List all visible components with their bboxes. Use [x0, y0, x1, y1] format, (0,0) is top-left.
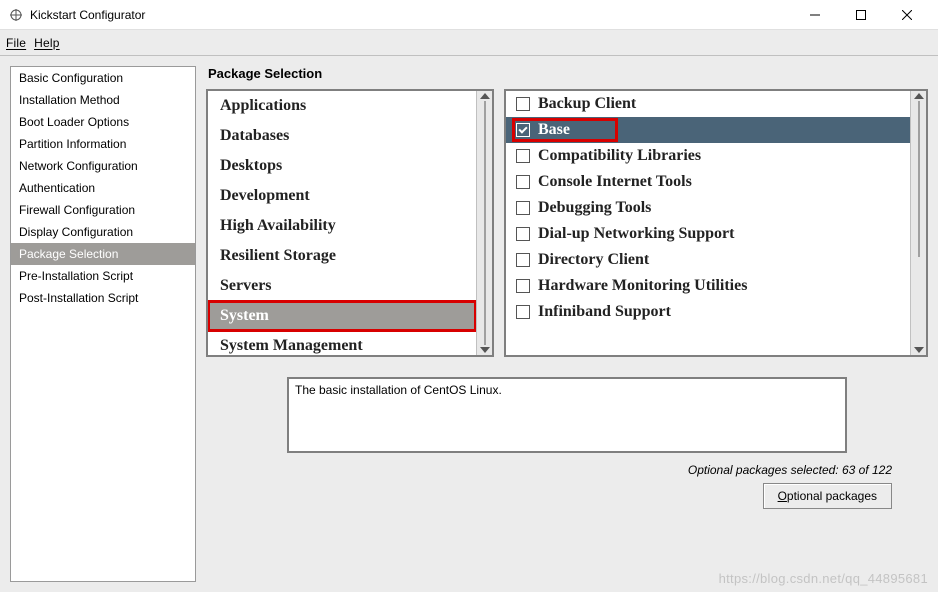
sidebar-item[interactable]: Boot Loader Options — [11, 111, 195, 133]
category-pane: ApplicationsDatabasesDesktopsDevelopment… — [206, 89, 494, 357]
category-scrollbar[interactable] — [476, 91, 492, 355]
category-item[interactable]: Servers — [208, 271, 476, 301]
scroll-up-icon[interactable] — [480, 93, 490, 99]
sidebar-item[interactable]: Firewall Configuration — [11, 199, 195, 221]
checkbox-icon[interactable] — [516, 201, 530, 215]
checkbox-icon[interactable] — [516, 279, 530, 293]
package-label: Base — [538, 121, 570, 139]
sidebar-item[interactable]: Package Selection — [11, 243, 195, 265]
description-box: The basic installation of CentOS Linux. — [287, 377, 847, 453]
package-label: Debugging Tools — [538, 199, 651, 217]
category-item[interactable]: Databases — [208, 121, 476, 151]
menubar: File Help — [0, 30, 938, 56]
panes: ApplicationsDatabasesDesktopsDevelopment… — [206, 89, 928, 357]
checkbox-icon[interactable] — [516, 149, 530, 163]
package-item[interactable]: Console Internet Tools — [506, 169, 910, 195]
package-label: Compatibility Libraries — [538, 147, 701, 165]
package-label: Directory Client — [538, 251, 649, 269]
optional-packages-button[interactable]: Optional packages — [763, 483, 892, 509]
package-item[interactable]: Debugging Tools — [506, 195, 910, 221]
category-item[interactable]: High Availability — [208, 211, 476, 241]
checkbox-icon[interactable] — [516, 253, 530, 267]
minimize-button[interactable] — [792, 0, 838, 30]
package-pane: Backup Client Base Compatibility Libraries… — [504, 89, 928, 357]
checkbox-icon[interactable] — [516, 123, 530, 137]
category-item[interactable]: System Management — [208, 331, 476, 355]
titlebar: Kickstart Configurator — [0, 0, 938, 30]
checkbox-icon[interactable] — [516, 97, 530, 111]
scroll-thumb[interactable] — [484, 101, 486, 345]
sidebar-item[interactable]: Authentication — [11, 177, 195, 199]
category-item[interactable]: Development — [208, 181, 476, 211]
sidebar-item[interactable]: Post-Installation Script — [11, 287, 195, 309]
sidebar-item[interactable]: Basic Configuration — [11, 67, 195, 89]
package-item[interactable]: Hardware Monitoring Utilities — [506, 273, 910, 299]
scroll-thumb[interactable] — [918, 101, 920, 257]
sidebar-item[interactable]: Pre-Installation Script — [11, 265, 195, 287]
sidebar-item[interactable]: Display Configuration — [11, 221, 195, 243]
package-item[interactable]: Infiniband Support — [506, 299, 910, 325]
sidebar-item[interactable]: Partition Information — [11, 133, 195, 155]
sidebar: Basic ConfigurationInstallation MethodBo… — [10, 66, 196, 582]
package-label: Backup Client — [538, 95, 636, 113]
package-scrollbar[interactable] — [910, 91, 926, 355]
package-item[interactable]: Base — [506, 117, 910, 143]
content: Basic ConfigurationInstallation MethodBo… — [0, 56, 938, 592]
window-title: Kickstart Configurator — [30, 8, 792, 22]
close-button[interactable] — [884, 0, 930, 30]
checkbox-icon[interactable] — [516, 227, 530, 241]
menu-help[interactable]: Help — [34, 36, 60, 50]
package-item[interactable]: Dial-up Networking Support — [506, 221, 910, 247]
menu-file[interactable]: File — [6, 36, 26, 50]
sidebar-item[interactable]: Network Configuration — [11, 155, 195, 177]
optional-status: Optional packages selected: 63 of 122 — [206, 463, 928, 477]
button-row: Optional packages — [206, 483, 928, 509]
category-item[interactable]: Desktops — [208, 151, 476, 181]
scroll-down-icon[interactable] — [914, 347, 924, 353]
app-icon — [8, 7, 24, 23]
section-title: Package Selection — [208, 66, 928, 81]
category-item[interactable]: Resilient Storage — [208, 241, 476, 271]
category-item[interactable]: System — [208, 301, 476, 331]
maximize-button[interactable] — [838, 0, 884, 30]
package-label: Infiniband Support — [538, 303, 671, 321]
scroll-up-icon[interactable] — [914, 93, 924, 99]
main-panel: Package Selection ApplicationsDatabasesD… — [206, 66, 928, 582]
scroll-down-icon[interactable] — [480, 347, 490, 353]
package-item[interactable]: Directory Client — [506, 247, 910, 273]
window-controls — [792, 0, 930, 30]
package-label: Console Internet Tools — [538, 173, 692, 191]
checkbox-icon[interactable] — [516, 305, 530, 319]
package-item[interactable]: Backup Client — [506, 91, 910, 117]
category-item[interactable]: Applications — [208, 91, 476, 121]
package-label: Dial-up Networking Support — [538, 225, 734, 243]
checkbox-icon[interactable] — [516, 175, 530, 189]
package-item[interactable]: Compatibility Libraries — [506, 143, 910, 169]
package-list[interactable]: Backup Client Base Compatibility Libraries… — [506, 91, 910, 355]
sidebar-item[interactable]: Installation Method — [11, 89, 195, 111]
package-label: Hardware Monitoring Utilities — [538, 277, 747, 295]
category-list[interactable]: ApplicationsDatabasesDesktopsDevelopment… — [208, 91, 476, 355]
